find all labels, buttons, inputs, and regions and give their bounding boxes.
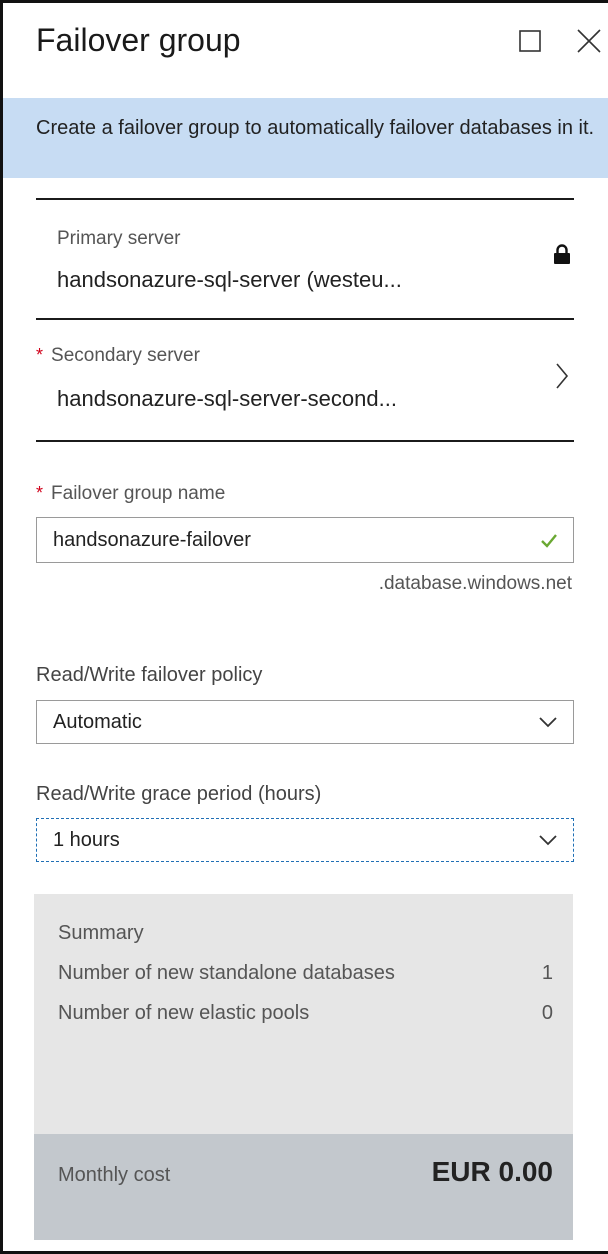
info-message: Create a failover group to automatically… [36, 117, 595, 139]
grace-period-dropdown[interactable]: 1 hours [36, 818, 574, 862]
summary-row-value: 1 [541, 962, 553, 984]
failover-group-name-input[interactable] [37, 518, 573, 562]
summary-title: Summary [58, 922, 144, 944]
primary-server-label: Primary server [57, 228, 181, 249]
checkmark-icon [539, 531, 559, 551]
required-marker: * [36, 483, 44, 503]
primary-server-field [36, 200, 574, 318]
info-bar: Create a failover group to automatically… [3, 98, 608, 178]
failover-policy-dropdown[interactable]: Automatic [36, 700, 574, 744]
failover-policy-label: Read/Write failover policy [36, 664, 263, 686]
secondary-server-label-text: Secondary server [51, 345, 200, 366]
domain-suffix: .database.windows.net [378, 573, 572, 594]
grace-period-label: Read/Write grace period (hours) [36, 783, 322, 805]
chevron-down-icon [539, 835, 557, 846]
summary-row-value: 0 [541, 1002, 553, 1024]
close-icon[interactable] [574, 26, 604, 56]
blade-title: Failover group [36, 22, 241, 58]
chevron-right-icon[interactable] [555, 362, 569, 390]
maximize-icon[interactable] [518, 29, 542, 53]
failover-group-name-label: * Failover group name [36, 483, 225, 505]
required-marker: * [36, 345, 44, 365]
monthly-cost-panel: Monthly cost EUR 0.00 [34, 1134, 573, 1240]
secondary-server-value: handsonazure-sql-server-second... [57, 386, 397, 411]
monthly-cost-value: EUR 0.00 [431, 1156, 553, 1187]
secondary-server-label: * Secondary server [36, 345, 200, 367]
lock-icon [553, 244, 571, 264]
summary-row-label: Number of new elastic pools [58, 1002, 310, 1024]
chevron-down-icon [539, 717, 557, 728]
failover-group-name-field[interactable] [36, 517, 574, 563]
failover-group-name-label-text: Failover group name [51, 483, 226, 504]
summary-row-label: Number of new standalone databases [58, 962, 395, 984]
secondary-server-selector[interactable] [36, 320, 574, 440]
grace-period-selected: 1 hours [53, 829, 120, 851]
monthly-cost-label: Monthly cost [58, 1164, 171, 1186]
summary-panel: Summary Number of new standalone databas… [34, 894, 573, 1134]
divider [36, 440, 574, 442]
failover-policy-selected: Automatic [53, 711, 142, 733]
primary-server-value: handsonazure-sql-server (westeu... [57, 267, 402, 292]
